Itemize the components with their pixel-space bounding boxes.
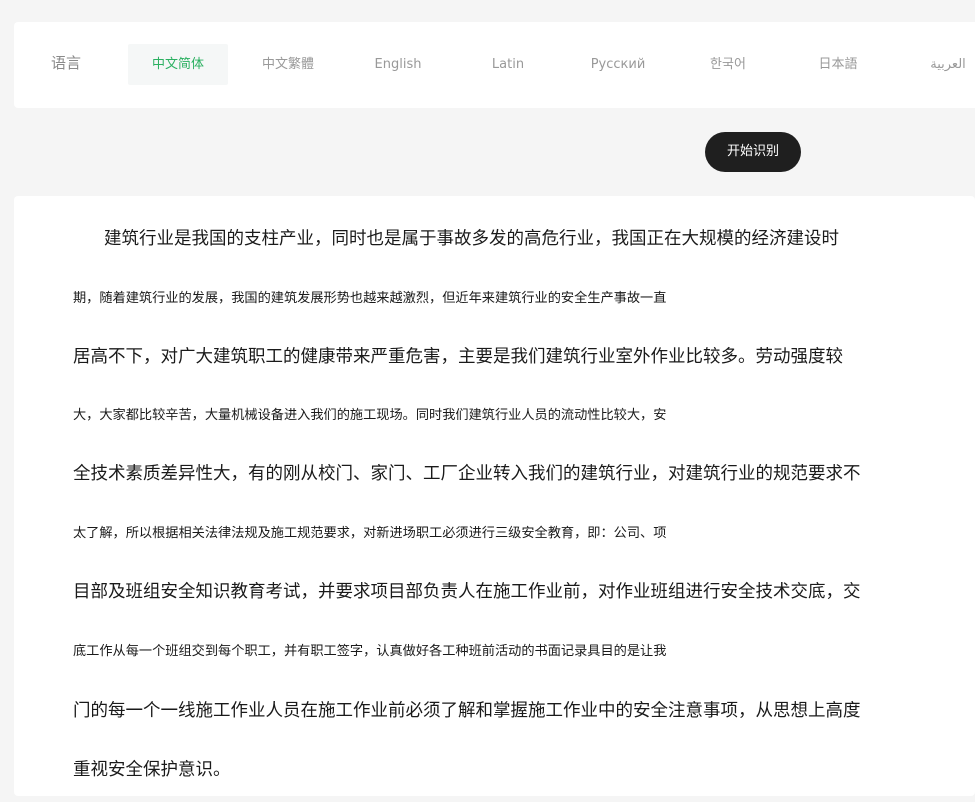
lang-tab-english[interactable]: English xyxy=(348,44,448,85)
lang-tab-zh-hans[interactable]: 中文简体 xyxy=(128,44,228,85)
result-line: 太了解，所以根据相关法律法规及施工规范要求，对新进场职工必须进行三级安全教育，即… xyxy=(73,526,667,541)
result-line: 门的每一个一线施工作业人员在施工作业前必须了解和掌握施工作业中的安全注意事项，从… xyxy=(73,701,861,721)
lang-tab-japanese[interactable]: 日本語 xyxy=(788,44,888,85)
result-line: 目部及班组安全知识教育考试，并要求项目部负责人在施工作业前，对作业班组进行安全技… xyxy=(73,582,861,602)
lang-tab-zh-hant[interactable]: 中文繁體 xyxy=(238,44,338,85)
result-line: 大，大家都比较辛苦，大量机械设备进入我们的施工现场。同时我们建筑行业人员的流动性… xyxy=(73,408,667,423)
result-line: 全技术素质差异性大，有的刚从校门、家门、工厂企业转入我们的建筑行业，对建筑行业的… xyxy=(73,464,861,484)
result-line: 期，随着建筑行业的发展，我国的建筑发展形势也越来越激烈，但近年来建筑行业的安全生… xyxy=(73,291,667,306)
result-line: 居高不下，对广大建筑职工的健康带来严重危害，主要是我们建筑行业室外作业比较多。劳… xyxy=(73,347,843,367)
recognition-result-panel: 建筑行业是我国的支柱产业，同时也是属于事故多发的高危行业，我国正在大规模的经济建… xyxy=(14,196,975,796)
language-label: 语言 xyxy=(51,54,82,72)
lang-tab-latin[interactable]: Latin xyxy=(458,44,558,85)
language-bar: 语言 中文简体 中文繁體 English Latin Русский 한국어 日… xyxy=(14,22,975,108)
result-line: 重视安全保护意识。 xyxy=(73,760,231,780)
lang-tab-korean[interactable]: 한국어 xyxy=(678,44,778,85)
result-line: 建筑行业是我国的支柱产业，同时也是属于事故多发的高危行业，我国正在大规模的经济建… xyxy=(104,229,839,249)
result-line: 底工作从每一个班组交到每个职工，并有职工签字，认真做好各工种班前活动的书面记录具… xyxy=(73,644,667,659)
lang-tab-russian[interactable]: Русский xyxy=(568,44,668,85)
start-recognition-button[interactable]: 开始识别 xyxy=(705,132,801,172)
lang-tab-arabic[interactable]: العربية xyxy=(898,44,975,85)
